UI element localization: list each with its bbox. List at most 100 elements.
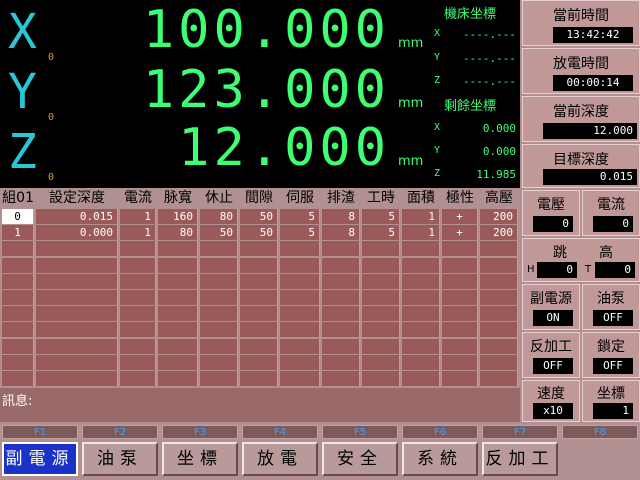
table-cell[interactable] bbox=[36, 354, 118, 370]
table-cell[interactable] bbox=[200, 322, 238, 338]
table-cell[interactable] bbox=[402, 322, 440, 338]
table-cell[interactable] bbox=[200, 257, 238, 273]
table-cell[interactable]: 5 bbox=[362, 225, 400, 241]
table-cell[interactable] bbox=[36, 273, 118, 289]
table-cell[interactable]: 8 bbox=[322, 209, 360, 224]
table-cell[interactable] bbox=[402, 338, 440, 354]
table-cell[interactable]: 5 bbox=[280, 209, 320, 224]
table-cell[interactable]: 200 bbox=[480, 225, 518, 241]
table-cell[interactable]: 80 bbox=[158, 225, 198, 241]
table-cell[interactable] bbox=[240, 290, 278, 305]
table-cell[interactable] bbox=[442, 338, 478, 354]
table-cell[interactable] bbox=[480, 241, 518, 257]
table-cell[interactable]: 1 bbox=[402, 209, 440, 224]
table-cell[interactable] bbox=[200, 273, 238, 289]
table-cell[interactable] bbox=[322, 354, 360, 370]
table-cell[interactable]: 160 bbox=[158, 209, 198, 224]
table-cell[interactable] bbox=[120, 257, 156, 273]
table-cell[interactable] bbox=[120, 354, 156, 370]
table-cell[interactable] bbox=[442, 257, 478, 273]
table-cell[interactable]: 50 bbox=[200, 225, 238, 241]
table-cell[interactable] bbox=[2, 306, 34, 322]
table-cell[interactable] bbox=[362, 322, 400, 338]
table-cell[interactable] bbox=[362, 273, 400, 289]
table-cell[interactable] bbox=[240, 241, 278, 257]
table-cell[interactable] bbox=[158, 290, 198, 305]
table-cell[interactable] bbox=[480, 290, 518, 305]
fkey-button[interactable]: 安全 bbox=[322, 442, 398, 476]
table-cell[interactable] bbox=[442, 290, 478, 305]
table-cell[interactable] bbox=[240, 371, 278, 386]
table-cell[interactable] bbox=[480, 273, 518, 289]
table-cell[interactable] bbox=[36, 306, 118, 322]
table-cell[interactable] bbox=[402, 306, 440, 322]
table-cell[interactable] bbox=[280, 306, 320, 322]
fkey-button[interactable]: 反加工 bbox=[482, 442, 558, 476]
table-cell[interactable]: 1 bbox=[120, 209, 156, 224]
table-cell[interactable] bbox=[158, 371, 198, 386]
table-cell[interactable] bbox=[280, 273, 320, 289]
table-cell[interactable] bbox=[362, 371, 400, 386]
table-cell[interactable] bbox=[322, 371, 360, 386]
table-cell[interactable] bbox=[2, 338, 34, 354]
table-cell[interactable] bbox=[2, 322, 34, 338]
table-cell[interactable] bbox=[480, 306, 518, 322]
table-cell[interactable] bbox=[442, 371, 478, 386]
table-cell[interactable] bbox=[120, 306, 156, 322]
table-cell[interactable]: 0 bbox=[2, 209, 34, 224]
table-cell[interactable] bbox=[442, 273, 478, 289]
table-cell[interactable] bbox=[480, 257, 518, 273]
table-cell[interactable]: + bbox=[442, 225, 478, 241]
table-cell[interactable] bbox=[36, 241, 118, 257]
table-cell[interactable] bbox=[442, 322, 478, 338]
table-cell[interactable] bbox=[362, 241, 400, 257]
table-cell[interactable] bbox=[200, 354, 238, 370]
table-cell[interactable] bbox=[280, 290, 320, 305]
table-cell[interactable] bbox=[480, 354, 518, 370]
table-cell[interactable] bbox=[442, 306, 478, 322]
table-cell[interactable]: + bbox=[442, 209, 478, 224]
table-cell[interactable] bbox=[322, 290, 360, 305]
table-cell[interactable] bbox=[158, 241, 198, 257]
table-cell[interactable]: 5 bbox=[280, 225, 320, 241]
fkey-button[interactable]: 油泵 bbox=[82, 442, 158, 476]
table-cell[interactable] bbox=[200, 371, 238, 386]
table-cell[interactable] bbox=[362, 306, 400, 322]
table-cell[interactable] bbox=[120, 290, 156, 305]
table-cell[interactable] bbox=[240, 322, 278, 338]
table-cell[interactable] bbox=[240, 354, 278, 370]
table-cell[interactable]: 1 bbox=[120, 225, 156, 241]
table-cell[interactable] bbox=[402, 273, 440, 289]
table-cell[interactable] bbox=[200, 290, 238, 305]
table-cell[interactable] bbox=[36, 322, 118, 338]
table-cell[interactable] bbox=[158, 273, 198, 289]
table-cell[interactable] bbox=[2, 273, 34, 289]
table-cell[interactable] bbox=[362, 257, 400, 273]
table-cell[interactable] bbox=[240, 257, 278, 273]
table-cell[interactable] bbox=[442, 354, 478, 370]
table-cell[interactable] bbox=[36, 338, 118, 354]
table-cell[interactable] bbox=[158, 354, 198, 370]
table-cell[interactable] bbox=[322, 338, 360, 354]
table-cell[interactable] bbox=[280, 241, 320, 257]
table-cell[interactable] bbox=[36, 290, 118, 305]
table-cell[interactable] bbox=[2, 257, 34, 273]
table-cell[interactable] bbox=[322, 257, 360, 273]
table-cell[interactable] bbox=[402, 241, 440, 257]
table-cell[interactable] bbox=[2, 371, 34, 386]
table-cell[interactable] bbox=[2, 290, 34, 305]
table-cell[interactable] bbox=[362, 338, 400, 354]
table-cell[interactable] bbox=[402, 354, 440, 370]
table-cell[interactable] bbox=[120, 241, 156, 257]
table-cell[interactable]: 8 bbox=[322, 225, 360, 241]
table-cell[interactable] bbox=[158, 257, 198, 273]
table-cell[interactable] bbox=[2, 241, 34, 257]
fkey-button[interactable]: 副電源 bbox=[2, 442, 78, 476]
table-cell[interactable] bbox=[200, 241, 238, 257]
table-cell[interactable]: 5 bbox=[362, 209, 400, 224]
table-cell[interactable]: 1 bbox=[402, 225, 440, 241]
table-cell[interactable]: 50 bbox=[240, 225, 278, 241]
table-cell[interactable] bbox=[280, 354, 320, 370]
table-cell[interactable] bbox=[402, 257, 440, 273]
table-cell[interactable] bbox=[322, 273, 360, 289]
